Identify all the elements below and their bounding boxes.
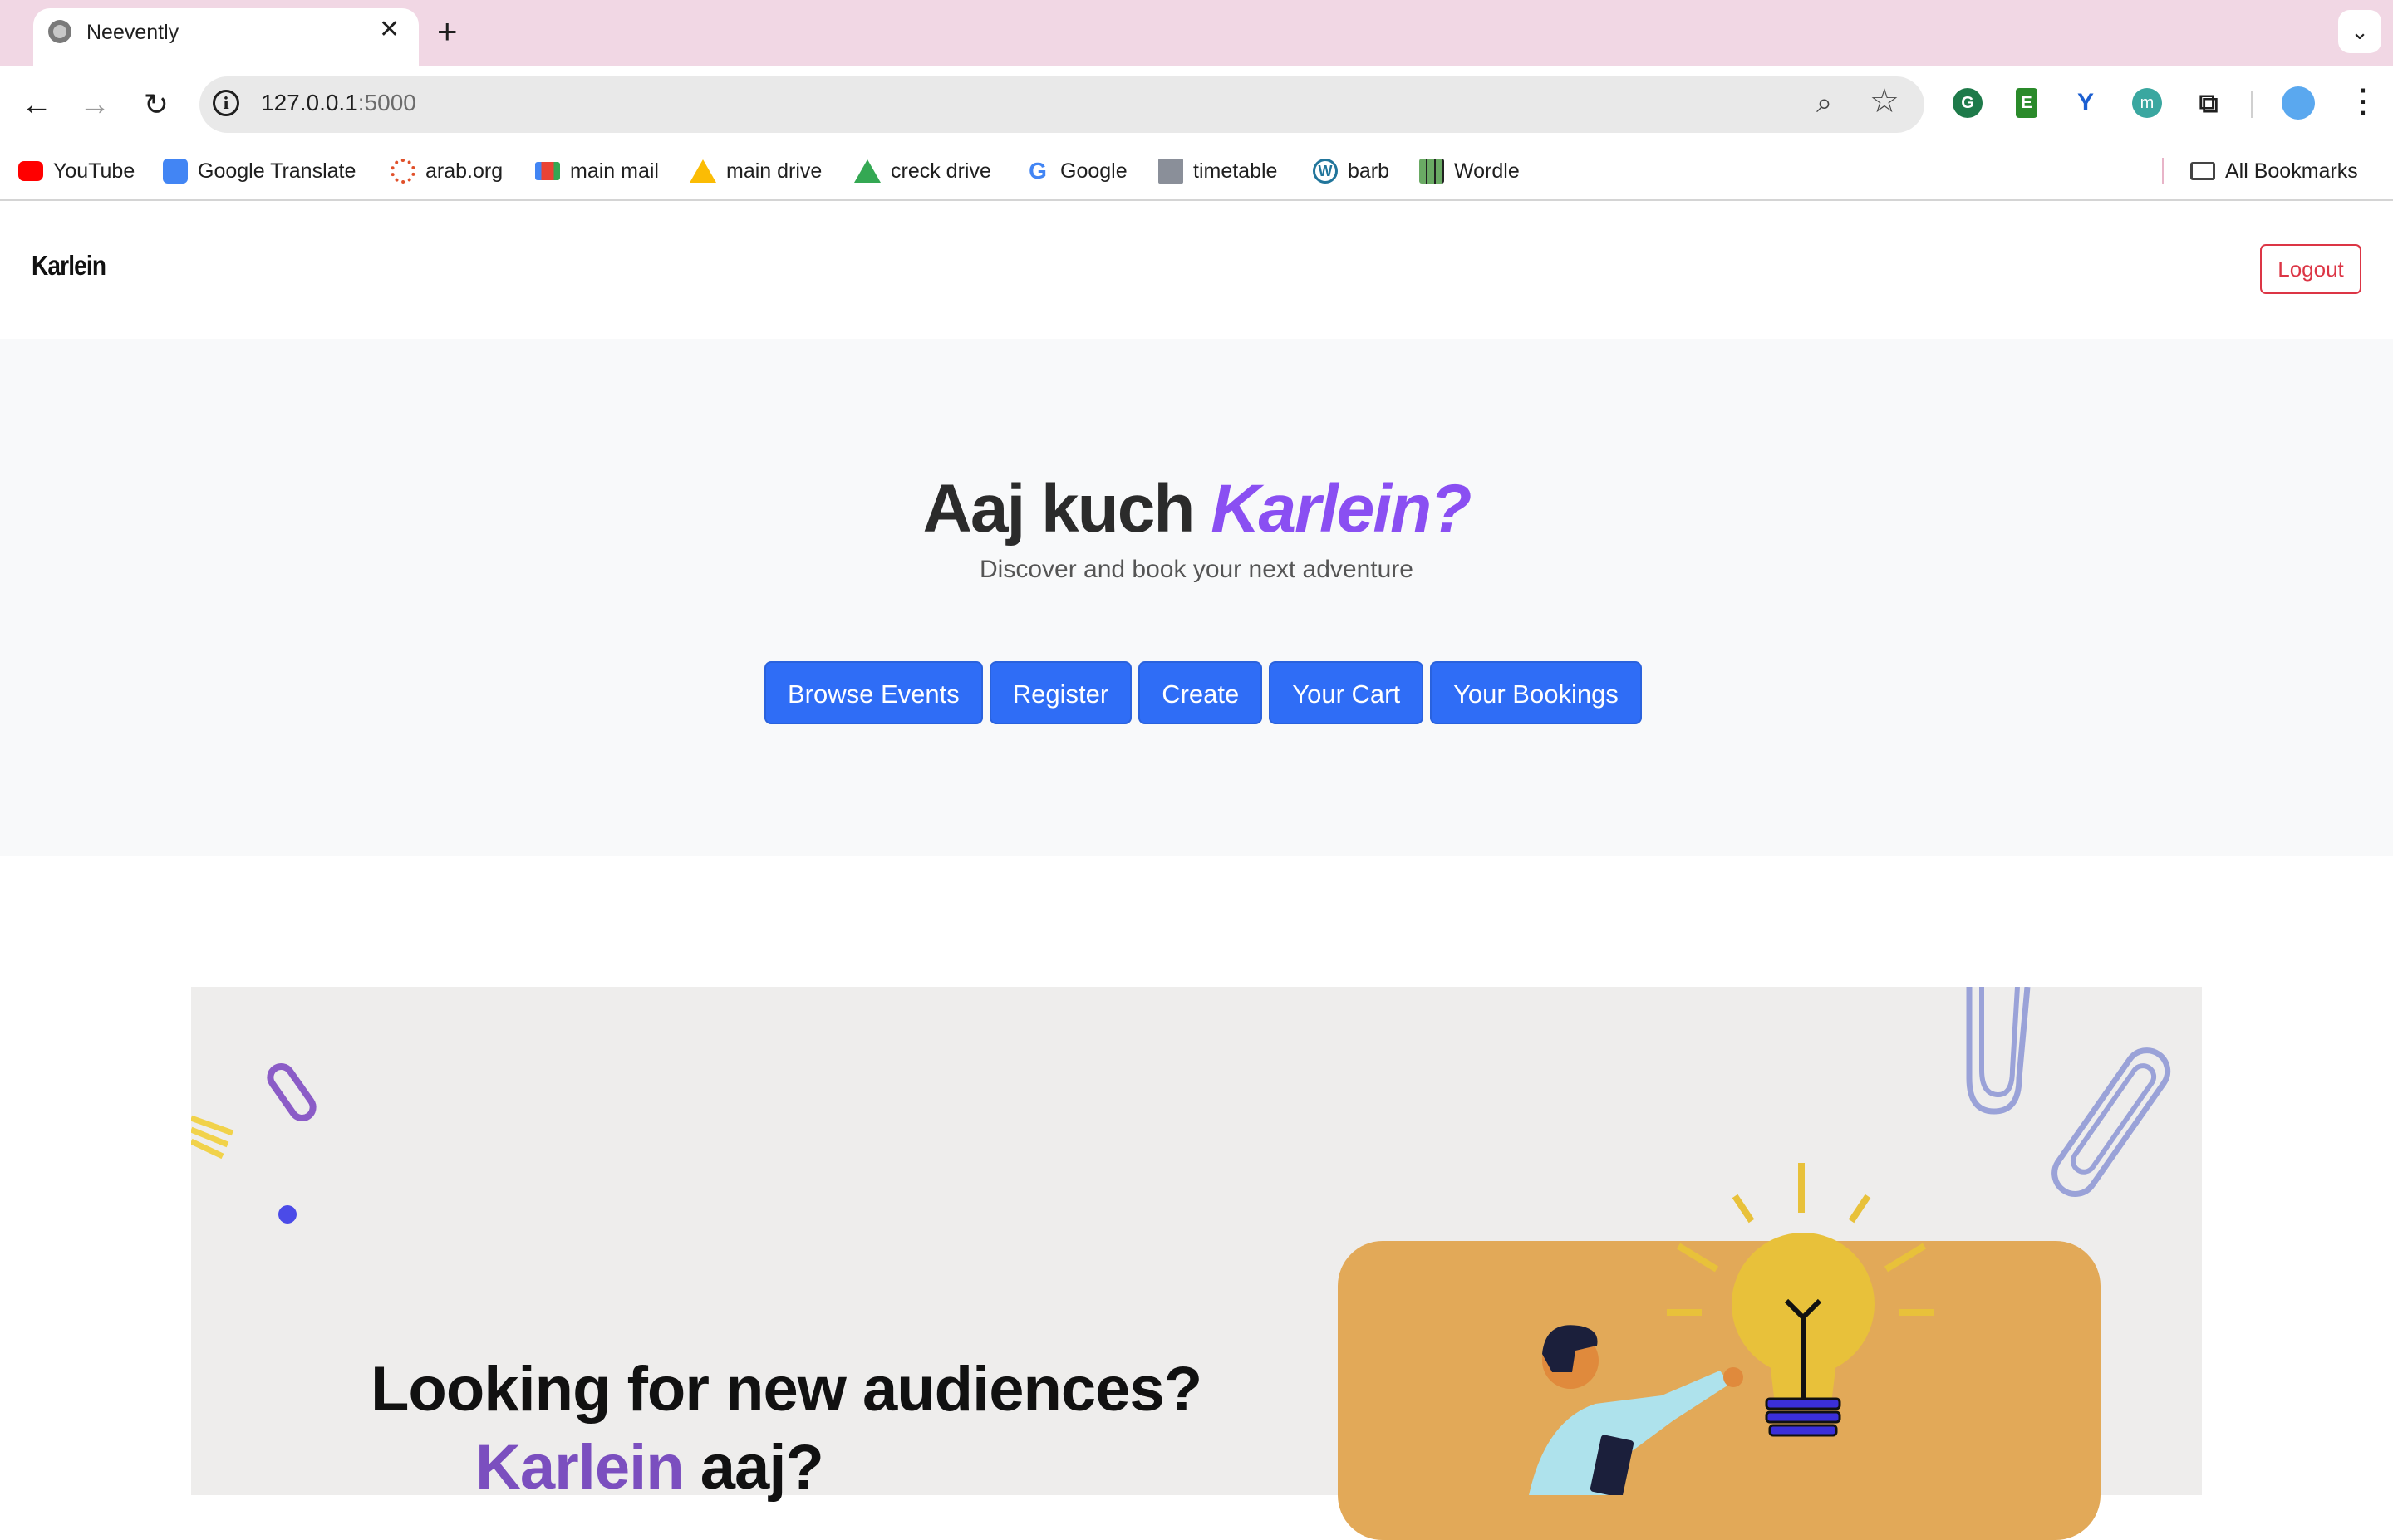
- hero-title-brand: Karlein?: [1211, 471, 1472, 547]
- google-icon: G: [1029, 158, 1047, 184]
- register-button[interactable]: Register: [989, 661, 1133, 724]
- building-icon: [1158, 159, 1183, 184]
- bookmark-label: Google Translate: [198, 159, 356, 183]
- dot-decoration: [278, 1205, 297, 1224]
- tab-title: Neevently: [86, 21, 179, 44]
- browse-events-button[interactable]: Browse Events: [764, 661, 983, 724]
- google-drive-icon: [690, 159, 716, 183]
- google-translate-icon: [163, 159, 188, 184]
- create-button[interactable]: Create: [1138, 661, 1263, 724]
- paperclip-icon: [2051, 1047, 2171, 1197]
- paperclip-icon: [267, 1062, 317, 1122]
- banner-subheadline: Karlein aaj?: [475, 1430, 824, 1505]
- url-text[interactable]: 127.0.0.1:5000: [261, 88, 416, 118]
- gmail-icon: [535, 162, 560, 180]
- banner-brand-word: Karlein: [475, 1432, 685, 1503]
- globe-icon: [48, 20, 71, 43]
- bookmark-label: Google: [1060, 159, 1128, 183]
- bookmark-barb[interactable]: W barb: [1313, 154, 1389, 188]
- y-extension-icon[interactable]: Y: [2071, 88, 2101, 118]
- bookmark-wordle[interactable]: Wordle: [1419, 154, 1520, 188]
- all-bookmarks-label: All Bookmarks: [2225, 159, 2358, 183]
- bookmark-main-mail[interactable]: main mail: [535, 154, 659, 188]
- m-extension-icon[interactable]: m: [2132, 88, 2162, 118]
- bookmark-label: main drive: [726, 159, 823, 183]
- bookmark-star-icon[interactable]: ☆: [1870, 83, 1899, 120]
- folder-icon: [2190, 162, 2215, 180]
- bookmark-youtube[interactable]: YouTube: [18, 154, 135, 188]
- bookmark-arab-org[interactable]: arab.org: [391, 154, 503, 188]
- bookmark-main-drive[interactable]: main drive: [690, 154, 822, 188]
- youtube-icon: [18, 161, 43, 181]
- hero-title-prefix: Aaj kuch: [922, 471, 1196, 547]
- bookmark-label: YouTube: [53, 159, 135, 183]
- logout-button[interactable]: Logout: [2260, 244, 2361, 294]
- site-info-icon[interactable]: i: [213, 90, 239, 116]
- profile-avatar-icon[interactable]: [2282, 86, 2315, 120]
- bookmark-timetable[interactable]: timetable: [1158, 154, 1277, 188]
- grid-icon: [1419, 159, 1444, 184]
- banner-suffix: aaj?: [700, 1432, 824, 1503]
- close-tab-icon[interactable]: ✕: [379, 15, 400, 45]
- google-drive-icon: [854, 159, 881, 183]
- back-arrow-icon[interactable]: ←: [17, 85, 57, 125]
- grammarly-extension-icon[interactable]: G: [1953, 88, 1983, 118]
- forward-arrow-icon[interactable]: →: [75, 85, 115, 125]
- reload-icon[interactable]: ↻: [136, 85, 176, 125]
- zoom-icon[interactable]: ⌕: [1816, 88, 1832, 118]
- hero-title: Aaj kuch Karlein?: [0, 472, 2393, 547]
- banner-headline: Looking for new audiences?: [371, 1354, 1202, 1425]
- puzzle-extensions-icon[interactable]: ⧉: [2194, 88, 2223, 118]
- your-cart-button[interactable]: Your Cart: [1269, 661, 1424, 724]
- wordpress-icon: W: [1313, 159, 1338, 184]
- bookmark-label: timetable: [1193, 159, 1278, 183]
- toolbar-divider: [2251, 91, 2253, 118]
- bookmark-label: barb: [1348, 159, 1390, 183]
- arab-org-icon: [391, 159, 415, 184]
- brand-logo[interactable]: Karlein: [32, 249, 106, 282]
- bookmark-label: Wordle: [1454, 159, 1520, 183]
- bookmark-label: arab.org: [425, 159, 504, 183]
- chevron-down-icon[interactable]: ⌄: [2338, 10, 2381, 53]
- hero-subtitle: Discover and book your next adventure: [980, 556, 1413, 583]
- all-bookmarks-folder[interactable]: All Bookmarks: [2190, 154, 2358, 188]
- new-tab-icon[interactable]: +: [437, 12, 458, 51]
- bookmark-google[interactable]: G Google: [1025, 154, 1128, 188]
- bookmark-label: main mail: [570, 159, 659, 183]
- lightbulb-person-illustration: [1529, 1163, 1934, 1495]
- e-extension-icon[interactable]: E: [2016, 88, 2037, 118]
- bookmark-creck-drive[interactable]: creck drive: [854, 154, 991, 188]
- hero-actions: Browse Events Register Create Your Cart …: [764, 661, 1642, 724]
- your-bookings-button[interactable]: Your Bookings: [1430, 661, 1642, 724]
- site-navbar: [0, 201, 2393, 339]
- bookmarks-divider: [2162, 158, 2164, 184]
- bookmark-label: creck drive: [891, 159, 991, 183]
- bookmark-google-translate[interactable]: Google Translate: [163, 154, 356, 188]
- address-bar[interactable]: [199, 76, 1924, 133]
- browser-menu-icon[interactable]: ⋮: [2346, 83, 2380, 120]
- hero-section: [0, 339, 2393, 856]
- paperclip-icon: [1979, 987, 2020, 1098]
